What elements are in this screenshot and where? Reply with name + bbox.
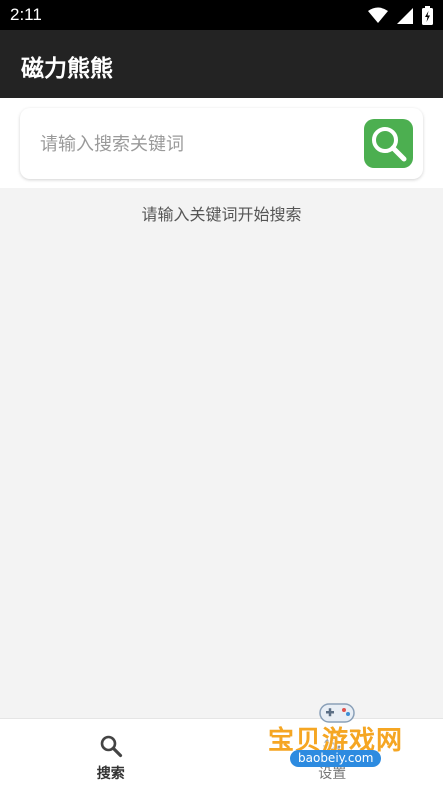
app-title: 磁力熊熊 (21, 56, 113, 82)
search-icon (100, 735, 122, 758)
nav-label-search: 搜索 (96, 766, 125, 782)
battery-icon (422, 6, 433, 25)
status-icons (368, 6, 433, 25)
nav-item-search[interactable]: 搜索 (0, 719, 222, 788)
status-bar: 2:11 (0, 0, 443, 30)
nav-item-settings[interactable]: 设置 (222, 719, 443, 788)
signal-icon (397, 7, 413, 24)
app-bar: 磁力熊熊 (0, 30, 443, 98)
status-time: 2:11 (10, 5, 42, 24)
bottom-nav: 搜索 设置 (0, 718, 443, 788)
wifi-icon (368, 7, 388, 23)
empty-hint: 请输入关键词开始搜索 (141, 205, 302, 224)
search-input[interactable] (40, 130, 340, 158)
search-icon (371, 126, 406, 161)
search-area (0, 98, 443, 188)
nav-label-settings: 设置 (318, 766, 347, 782)
settings-icon (323, 737, 341, 755)
search-button[interactable] (364, 119, 413, 168)
search-card (20, 108, 423, 179)
